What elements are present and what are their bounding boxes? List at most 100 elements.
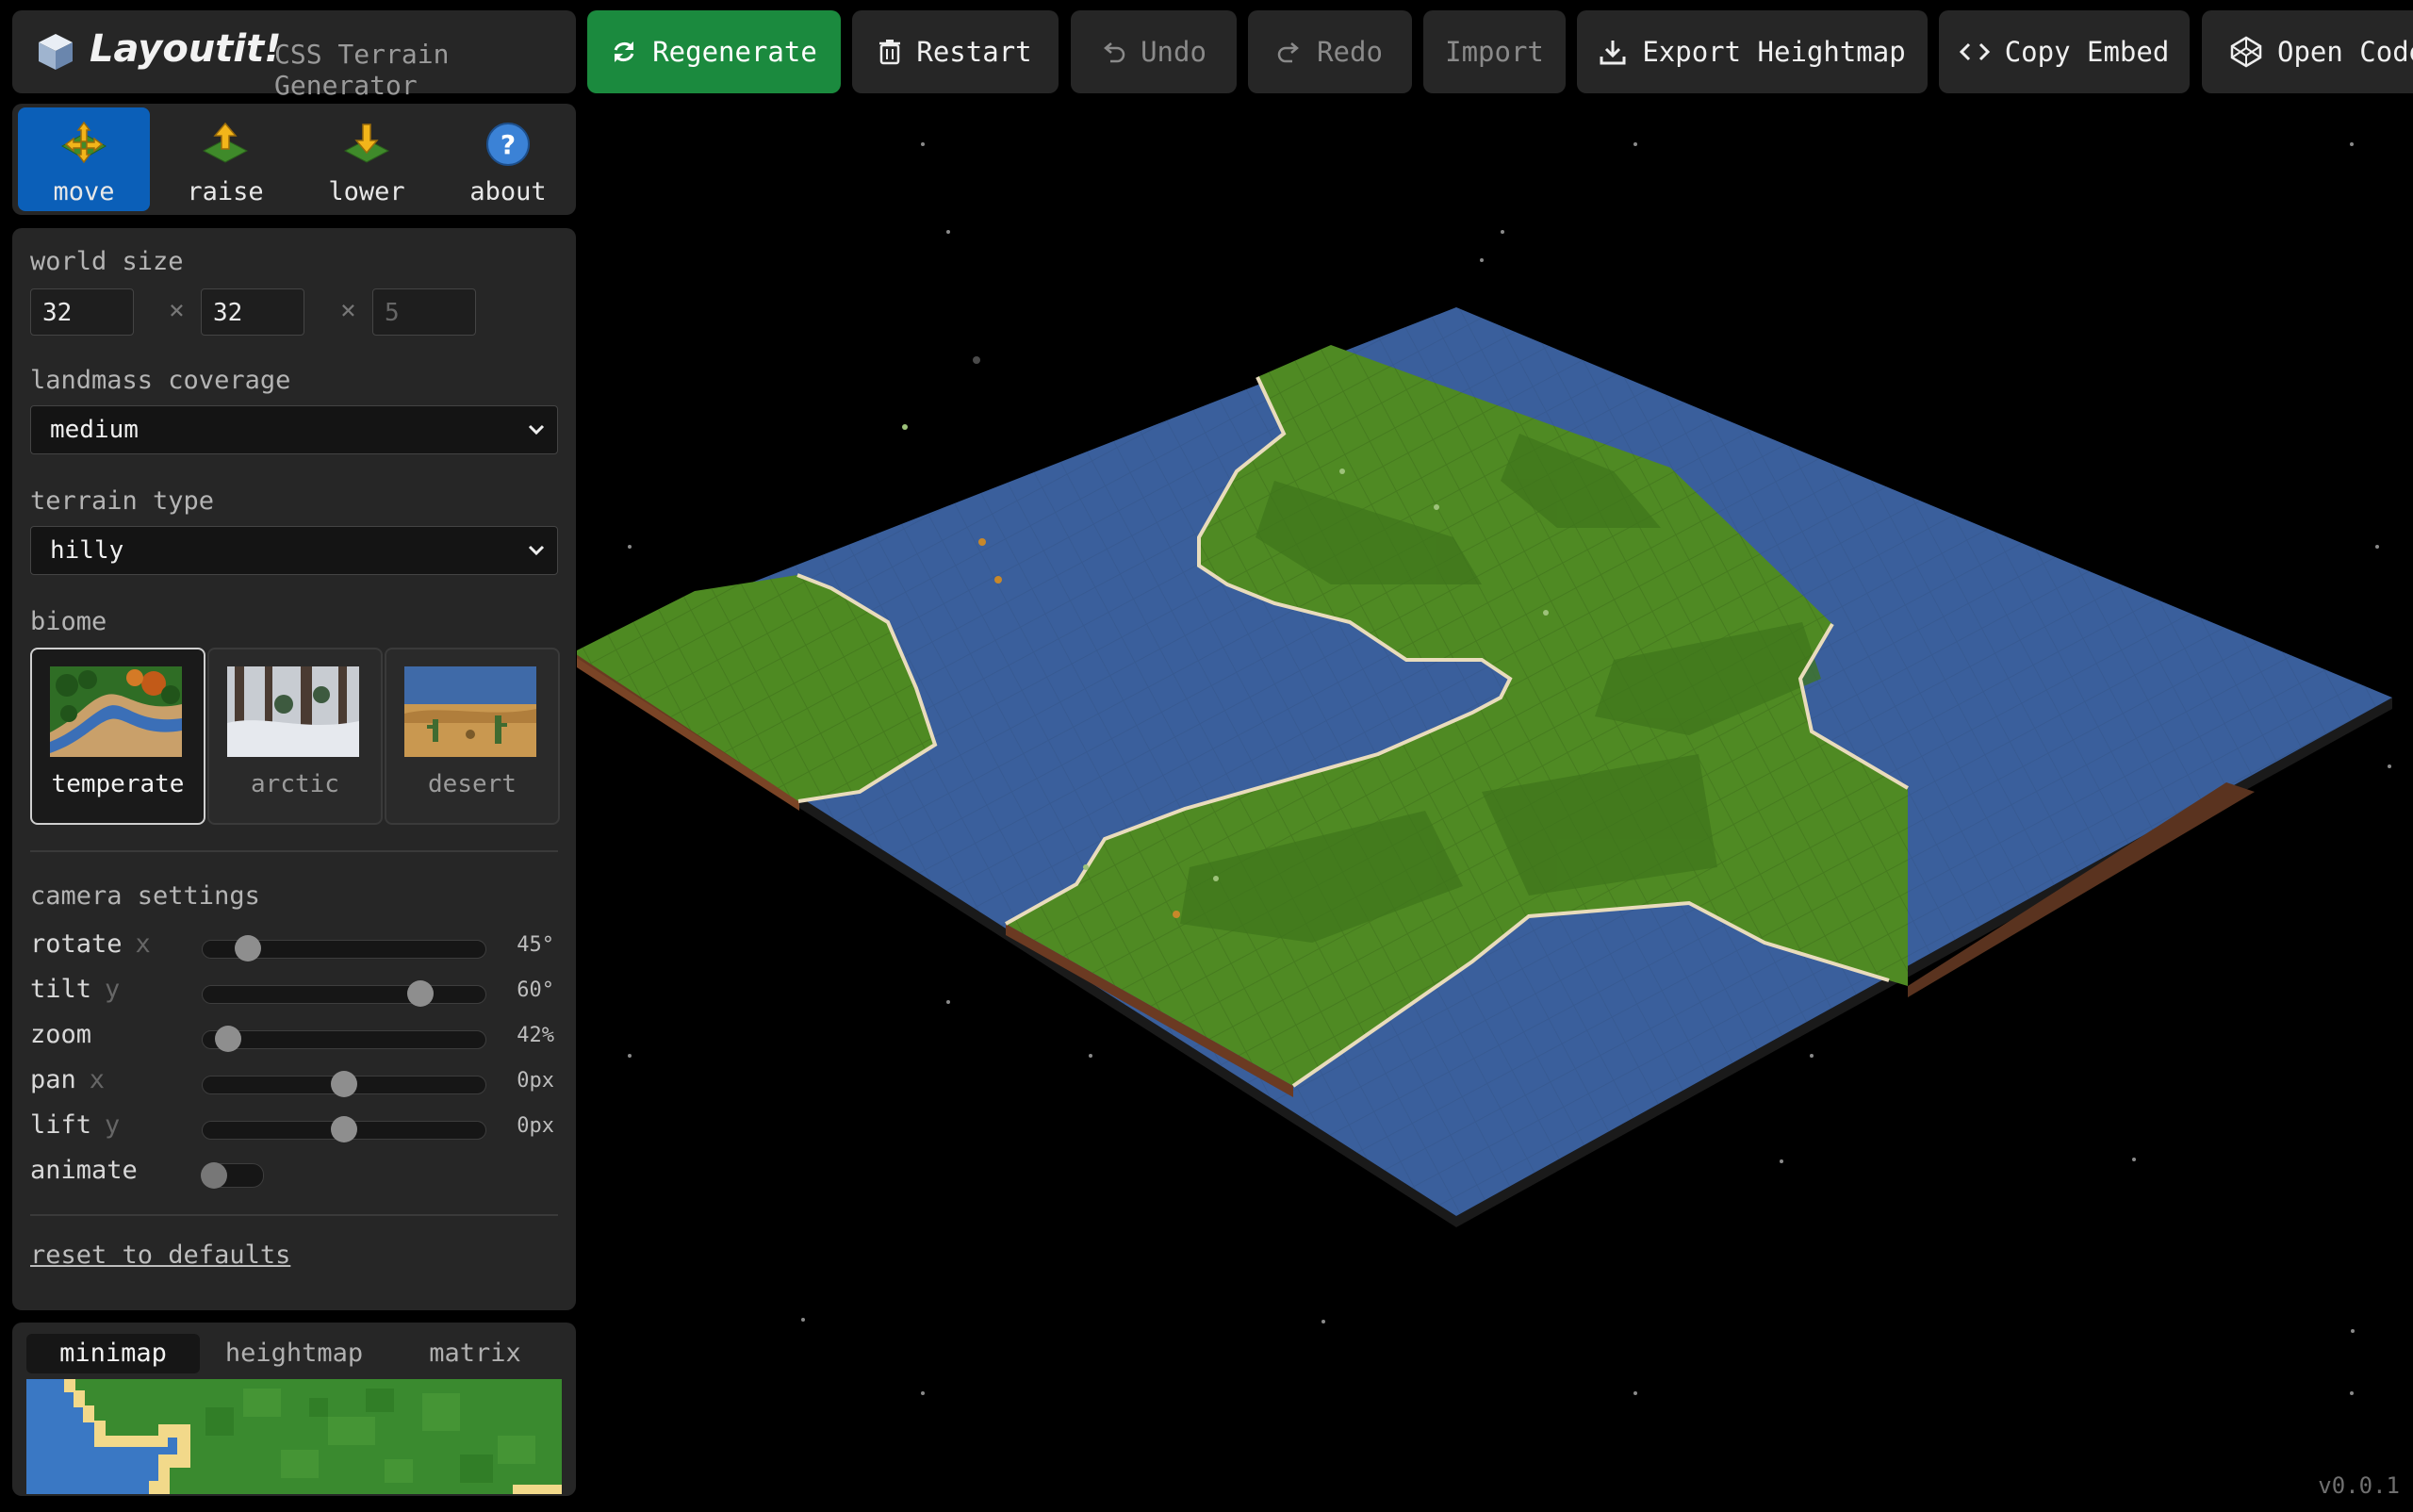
terrain-canvas <box>573 142 2392 1395</box>
terrain-viewport[interactable]: v0.0.1 <box>573 94 2413 1508</box>
terrain-select[interactable]: hilly <box>30 526 558 575</box>
restart-button[interactable]: Restart <box>852 10 1059 93</box>
map-panel: minimap heightmap matrix <box>12 1323 576 1496</box>
landmass-label: landmass coverage <box>30 366 291 395</box>
regenerate-label: Regenerate <box>652 36 817 68</box>
export-heightmap-button[interactable]: Export Heightmap <box>1577 10 1928 93</box>
terrain-value: hilly <box>50 536 124 565</box>
lift-label: lift y <box>30 1110 121 1140</box>
app-brand: Layoutit! CSS Terrain Generator <box>12 10 576 101</box>
refresh-icon <box>614 41 634 62</box>
rotate-value: 45° <box>517 933 554 957</box>
export-label: Export Heightmap <box>1642 36 1906 68</box>
world-size-y-input[interactable]: 32 <box>201 288 304 336</box>
tool-move[interactable]: move <box>18 107 150 211</box>
regenerate-button[interactable]: Regenerate <box>587 10 841 93</box>
animate-label: animate <box>30 1156 138 1185</box>
size-separator: × <box>169 294 185 325</box>
lift-value: 0px <box>517 1114 554 1138</box>
codepen-icon <box>2230 36 2262 68</box>
lower-icon <box>343 123 390 163</box>
biome-temperate-label: temperate <box>51 770 185 798</box>
zoom-slider-row: zoom 42% <box>30 1020 569 1054</box>
undo-label: Undo <box>1141 36 1206 68</box>
lift-slider[interactable] <box>202 1116 486 1142</box>
tool-lower[interactable]: lower <box>301 107 433 211</box>
tab-minimap[interactable]: minimap <box>26 1334 200 1373</box>
pan-slider-thumb[interactable] <box>331 1071 357 1097</box>
landmass-value: medium <box>50 416 139 444</box>
biome-temperate[interactable]: temperate <box>30 648 205 825</box>
open-code-label: Open Code <box>2277 36 2413 68</box>
world-size-x-input[interactable]: 32 <box>30 288 134 336</box>
zoom-slider[interactable] <box>202 1026 486 1052</box>
camera-settings-label: camera settings <box>30 881 260 911</box>
tool-about-label: about <box>469 177 547 206</box>
biome-arctic[interactable]: arctic <box>207 648 383 825</box>
zoom-value: 42% <box>517 1024 554 1047</box>
rotate-slider-thumb[interactable] <box>235 935 261 961</box>
divider <box>30 1214 558 1216</box>
app-subtitle: CSS Terrain Generator <box>274 39 450 101</box>
undo-icon <box>1104 42 1125 63</box>
download-icon <box>1600 41 1626 65</box>
tab-matrix[interactable]: matrix <box>388 1334 562 1373</box>
tool-lower-label: lower <box>328 177 405 206</box>
biome-desert-label: desert <box>428 770 517 798</box>
copy-embed-button[interactable]: Copy Embed <box>1939 10 2190 93</box>
import-label: Import <box>1445 36 1544 68</box>
move-icon <box>60 121 107 164</box>
tilt-slider-row: tilt y 60° <box>30 975 569 1009</box>
world-size-z-input[interactable]: 5 <box>372 288 476 336</box>
tool-move-label: move <box>53 177 115 206</box>
lift-slider-thumb[interactable] <box>331 1116 357 1142</box>
biome-label: biome <box>30 607 107 636</box>
animate-toggle[interactable] <box>201 1162 264 1189</box>
code-brackets-icon <box>1959 42 1990 61</box>
tool-raise[interactable]: raise <box>159 107 291 211</box>
zoom-slider-thumb[interactable] <box>215 1026 241 1052</box>
rotate-slider-row: rotate x 45° <box>30 929 569 963</box>
cube-logo-icon <box>39 34 73 70</box>
tilt-label: tilt y <box>30 975 121 1004</box>
tilt-slider[interactable] <box>202 980 486 1007</box>
tilt-value: 60° <box>517 978 554 1002</box>
redo-button[interactable]: Redo <box>1248 10 1412 93</box>
version-label: v0.0.1 <box>2318 1472 2400 1499</box>
tab-heightmap[interactable]: heightmap <box>207 1334 381 1373</box>
import-button[interactable]: Import <box>1423 10 1566 93</box>
tool-panel: move raise lower ? about <box>12 104 576 215</box>
minimap[interactable] <box>26 1379 562 1494</box>
arctic-thumbnail <box>227 666 359 757</box>
restart-label: Restart <box>916 36 1032 68</box>
tool-raise-label: raise <box>187 177 264 206</box>
pan-slider-row: pan x 0px <box>30 1065 569 1099</box>
temperate-thumbnail <box>50 666 182 757</box>
chevron-down-icon <box>528 545 545 556</box>
tilt-slider-thumb[interactable] <box>407 980 434 1007</box>
biome-arctic-label: arctic <box>251 770 339 798</box>
tool-about[interactable]: ? about <box>442 107 574 211</box>
app-title: Layoutit! <box>90 27 282 71</box>
terrain-label: terrain type <box>30 486 215 516</box>
raise-icon <box>202 122 249 163</box>
divider <box>30 850 558 852</box>
settings-panel: world size 32 × 32 × 5 landmass coverage… <box>12 228 576 1310</box>
lift-slider-row: lift y 0px <box>30 1110 569 1144</box>
undo-button[interactable]: Undo <box>1071 10 1237 93</box>
trash-icon <box>879 40 901 65</box>
landmass-select[interactable]: medium <box>30 405 558 454</box>
help-icon: ? <box>486 123 530 166</box>
biome-desert[interactable]: desert <box>385 648 560 825</box>
world-size-label: world size <box>30 247 184 276</box>
pan-value: 0px <box>517 1069 554 1093</box>
reset-defaults-link[interactable]: reset to defaults <box>30 1241 290 1270</box>
pan-slider[interactable] <box>202 1071 486 1097</box>
zoom-label: zoom <box>30 1020 92 1049</box>
open-code-button[interactable]: Open Code <box>2202 10 2413 93</box>
rotate-slider[interactable] <box>202 935 486 961</box>
svg-text:?: ? <box>501 129 516 160</box>
copy-embed-label: Copy Embed <box>2004 36 2170 68</box>
animate-row: animate <box>30 1156 569 1190</box>
chevron-down-icon <box>528 424 545 436</box>
